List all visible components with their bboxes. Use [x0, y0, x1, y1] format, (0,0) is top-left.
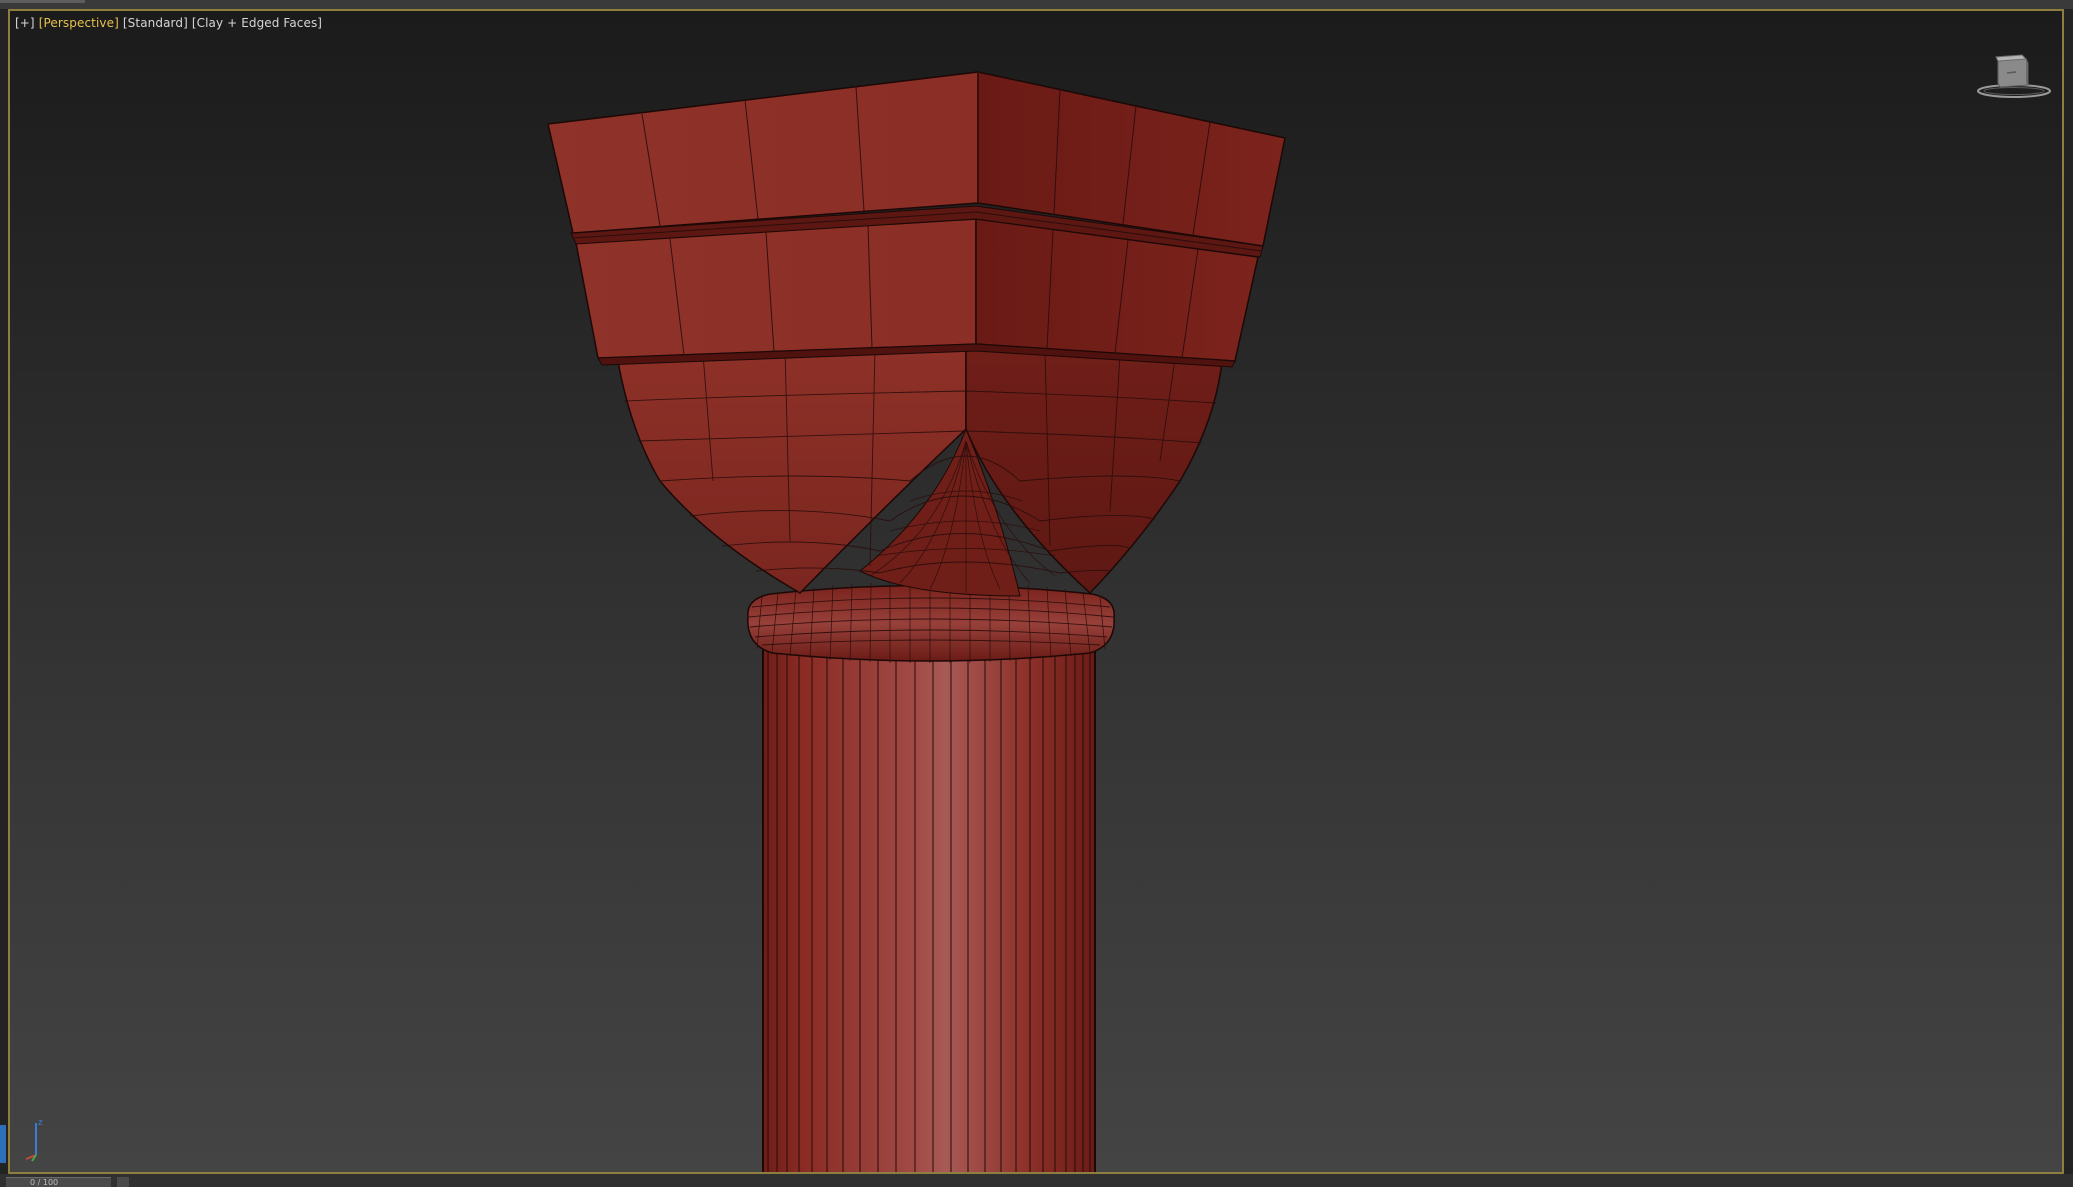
- perspective-viewport[interactable]: [+] [Perspective] [Standard] [Clay + Edged …: [8, 9, 2064, 1174]
- time-slider-next-button[interactable]: [117, 1177, 129, 1187]
- column-ring: [747, 581, 1115, 663]
- viewport-view-menu[interactable]: [Perspective]: [39, 16, 119, 30]
- viewport-plus-menu[interactable]: [+]: [15, 16, 35, 30]
- viewport-label-menu[interactable]: [+] [Perspective] [Standard] [Clay + Edged …: [15, 16, 322, 30]
- axis-z-label: z: [38, 1118, 43, 1128]
- viewcube-icon[interactable]: [1974, 47, 2058, 103]
- top-tab-indicator[interactable]: [0, 0, 85, 3]
- column-shaft: [762, 641, 1096, 1172]
- top-menu-strip: [0, 0, 2073, 9]
- column-model[interactable]: [10, 11, 2062, 1172]
- time-slider-bar[interactable]: 0 / 100: [0, 1174, 2073, 1187]
- viewport-standard-menu[interactable]: [Standard]: [123, 16, 188, 30]
- max-application: [+] [Perspective] [Standard] [Clay + Edged …: [0, 0, 2073, 1187]
- left-edge-marker: [0, 1125, 6, 1163]
- time-slider-thumb[interactable]: 0 / 100: [6, 1177, 111, 1187]
- axis-tripod-icon: z: [25, 1118, 43, 1162]
- viewport-shading-menu[interactable]: [Clay + Edged Faces]: [192, 16, 322, 30]
- column-bell: [616, 345, 1223, 597]
